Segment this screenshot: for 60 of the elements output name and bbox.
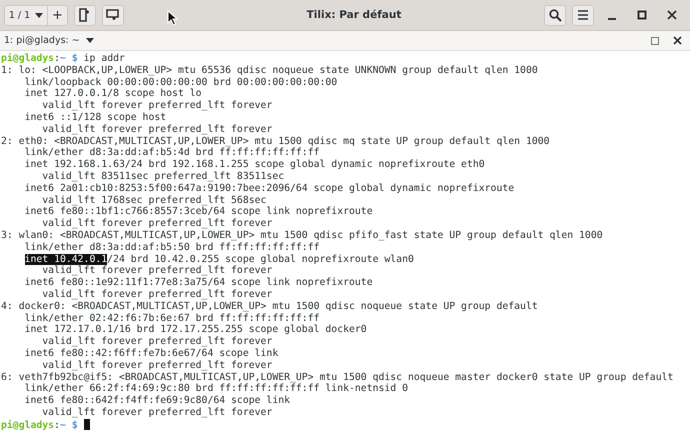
terminal-output-line: 4: docker0: <BROADCAST,MULTICAST,UP,LOWER_UP> mtu 1500 qdisc noqueue state UP group default [1,300,538,312]
terminal-output-line: inet 127.0.0.1/8 scope host lo [24,88,202,100]
search-button[interactable] [544,4,566,26]
mouse-pointer-icon [167,10,178,26]
split-icon [79,8,91,22]
menu-icon [577,10,589,20]
prompt-symbol: $ [72,420,78,431]
window-title: Tilix: Par défaut [306,9,402,21]
terminal-output-line: 2: eth0: <BROADCAST,MULTICAST,UP,LOWER_UP> mtu 1500 qdisc mq state UP group default qlen 1000 [1,136,550,147]
terminal-output-line: valid_lft forever preferred_lft forever [41,288,272,300]
terminal-output-line: inet6 ::1/128 scope host [24,112,166,123]
terminal-output-line: inet6 fe80::1e92:11f1:77e8:3a75/64 scope link noprefixroute [24,277,373,288]
terminal-output-line: valid_lft forever preferred_lft forever [41,124,272,135]
terminal-output-line: valid_lft 1768sec preferred_lft 568sec [41,194,266,206]
prompt-path: ~ [60,420,66,431]
caret-icon [86,38,94,43]
search-icon [548,8,562,22]
prompt-separator: : [54,53,60,64]
terminal-title-dropdown[interactable]: 1: pi@gladys: ~ [4,35,94,46]
prompt-user-host: pi@gladys [1,420,54,431]
prompt-symbol: $ [72,53,78,64]
terminal-output-line: valid_lft forever preferred_lft forever [41,360,272,371]
session-switcher[interactable]: 1 / 1 [4,4,48,26]
close-terminal-icon[interactable] [673,36,682,45]
terminal-output-line: inet6 fe80::1bf1:c766:8557:3ceb/64 scope link noprefixroute [24,206,373,218]
terminal-output-line: inet6 fe80::42:f6ff:fe7b:6e67/64 scope link [24,348,278,359]
minimize-icon [608,18,616,20]
maximize-icon [637,10,647,20]
prompt-user-host: pi@gladys [1,53,54,64]
terminal-output-line: link/ether 66:2f:f4:69:9c:80 brd ff:ff:ff:ff:ff:ff link-netnsid 0 [24,383,408,394]
terminal-output-line: link/ether d8:3a:dd:af:b5:50 brd ff:ff:ff:ff:ff:ff [24,242,320,253]
terminal-output-line: link/loopback 00:00:00:00:00:00 brd 00:00:00:00:00:00 [24,76,338,88]
terminal-output-line: link/ether d8:3a:dd:af:b5:4d brd ff:ff:ff:ff:ff:ff [24,147,320,158]
terminal-output-line: 1: lo: <LOOPBACK,UP,LOWER_UP> mtu 65536 qdisc noqueue state UNKNOWN group default qlen 1000 [1,64,538,76]
terminal-output-line: valid_lft forever preferred_lft forever [41,100,272,112]
terminal-output-line: inet6 fe80::642f:f4ff:fe69:9c80/64 scope link [24,395,290,406]
terminal-output-line: valid_lft forever preferred_lft forever [41,265,272,276]
terminal-output-line: valid_lft forever preferred_lft forever [41,218,272,230]
split-icon [106,9,120,21]
terminal-output-line: valid_lft 83511sec preferred_lft 83511sec [41,170,284,182]
split-right-button[interactable] [74,4,96,26]
menu-button[interactable] [572,4,594,26]
terminal-output-line: 6: veth7fb92bc@if5: <BROADCAST,MULTICAST,UP,LOWER_UP> mtu 1500 qdisc noqueue master docker0 state UP group default [1,372,674,383]
prompt-separator: : [54,420,60,431]
maximize-terminal-icon[interactable] [651,36,659,44]
terminal-output-line: 3: wlan0: <BROADCAST,MULTICAST,UP,LOWER_UP> mtu 1500 qdisc pfifo_fast state UP group default qlen 1000 [1,230,603,241]
caret-icon [35,12,44,18]
add-session-button[interactable]: + [48,4,68,26]
selected-text: inet 10.42.0.1 [24,254,108,265]
terminal-output-line: inet 172.17.0.1/16 brd 172.17.255.255 scope global docker0 [24,324,367,336]
terminal-output-line: /24 brd 10.42.0.255 scope global noprefixroute wlan0 [107,254,414,265]
terminal-output-line: valid_lft forever preferred_lft forever [41,406,272,418]
command-text: ip addr [84,53,125,64]
split-down-button[interactable] [102,4,124,26]
terminal-output-line: valid_lft forever preferred_lft forever [41,336,272,348]
close-icon [667,10,677,20]
prompt-path: ~ [60,53,66,64]
terminal-output-line: inet 192.168.1.63/24 brd 192.168.1.255 scope global dynamic noprefixroute eth0 [24,159,485,170]
terminal-output-line: link/ether 02:42:f6:7b:6e:67 brd ff:ff:ff:ff:ff:ff [24,312,320,324]
terminal-output-line: inet6 2a01:cb10:8253:5f00:647a:9190:7bee:2096/64 scope global dynamic noprefixroute [24,182,514,194]
